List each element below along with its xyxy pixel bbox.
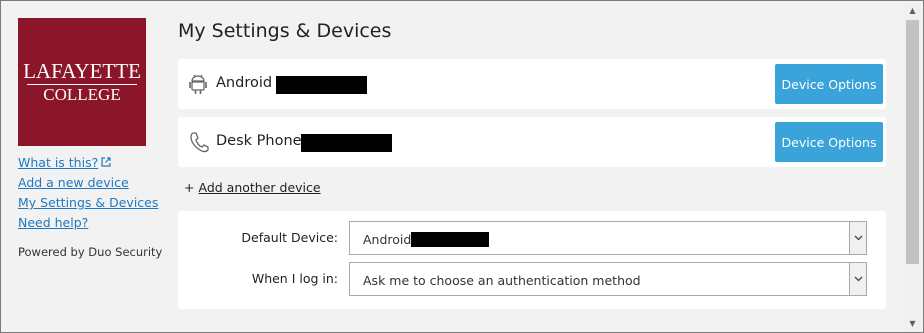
sidebar-links: What is this? Add a new device My Settin… [18,153,158,233]
redacted-box [276,76,367,94]
login-label: When I log in: [251,271,338,286]
device-name: Android [216,75,273,91]
android-icon [188,72,208,96]
scroll-up-icon[interactable]: ▲ [904,2,921,19]
my-settings-link[interactable]: My Settings & Devices [18,193,158,213]
device-options-button[interactable]: Device Options [775,122,883,162]
logo-line1: LAFAYETTE [23,59,141,83]
phone-icon [188,130,209,154]
external-link-icon [101,154,111,174]
need-help-link[interactable]: Need help? [18,213,158,233]
login-method-value: Ask me to choose an authentication metho… [363,273,641,288]
redacted-box [301,134,392,152]
logo-line2: COLLEGE [43,85,121,104]
chevron-down-icon[interactable] [849,222,866,254]
redacted-box [411,232,489,247]
what-is-this-link[interactable]: What is this? [18,153,158,173]
add-another-device: + Add another device [184,180,321,195]
duo-frame: LAFAYETTE COLLEGE What is this? Add a ne… [0,0,924,333]
powered-by-text: Powered by Duo Security [18,245,163,259]
what-is-this-label: What is this? [18,155,99,170]
page-title: My Settings & Devices [178,20,392,42]
device-name: Desk Phone [216,133,302,149]
add-another-device-link[interactable]: Add another device [198,180,320,195]
chevron-down-icon[interactable] [849,263,866,295]
plus-icon: + [184,180,195,195]
scroll-down-icon[interactable]: ▼ [904,315,921,332]
device-row-android: Android Device Options [178,59,886,109]
settings-panel: Default Device: Android When I log in: A… [178,211,886,309]
device-row-desk-phone: Desk Phone Device Options [178,117,886,167]
scrollbar-thumb[interactable] [906,20,919,264]
login-method-select[interactable]: Ask me to choose an authentication metho… [349,262,867,296]
default-device-select[interactable]: Android [349,221,867,255]
device-options-button[interactable]: Device Options [775,64,883,104]
college-logo: LAFAYETTE COLLEGE [18,18,146,146]
default-device-value: Android [363,232,412,247]
add-new-device-link[interactable]: Add a new device [18,173,158,193]
default-device-label: Default Device: [241,230,338,245]
vertical-scrollbar[interactable]: ▲ ▼ [904,2,921,332]
